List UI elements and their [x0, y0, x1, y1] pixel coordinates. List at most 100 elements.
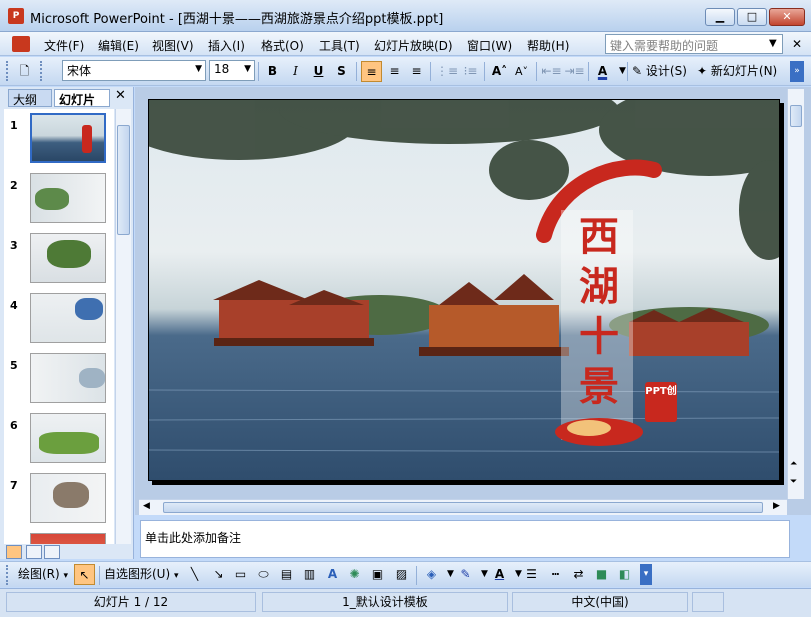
bold-button[interactable]: B — [262, 61, 283, 82]
toolbar-options-icon[interactable]: » — [790, 61, 804, 82]
italic-button[interactable]: I — [285, 61, 306, 82]
slide-sorter-icon[interactable] — [26, 545, 42, 559]
slide-title[interactable]: 西 湖 十 景 — [574, 212, 624, 412]
scroll-right-icon[interactable]: ▶ — [773, 501, 780, 511]
diagram-icon[interactable]: ✺ — [344, 564, 365, 585]
thumbnail-image[interactable] — [30, 473, 106, 523]
align-center-icon[interactable]: ≡ — [384, 61, 405, 82]
oval-tool-icon[interactable]: ⬭ — [253, 564, 274, 585]
rectangle-tool-icon[interactable]: ▭ — [230, 564, 251, 585]
cloud-ornament — [555, 418, 643, 446]
thumbnail-row[interactable]: 2 — [4, 173, 114, 227]
slideshow-view-icon[interactable] — [44, 545, 60, 559]
thumbnail-scrollbar-thumb[interactable] — [117, 125, 130, 235]
horizontal-scrollbar-thumb[interactable] — [163, 502, 763, 513]
thumbnail-photo — [53, 482, 89, 508]
menu-tools[interactable]: 工具(T) — [319, 37, 360, 54]
normal-view-icon[interactable] — [6, 545, 22, 559]
arrow-tool-icon[interactable]: ↘ — [208, 564, 229, 585]
toolbar-grip[interactable] — [40, 61, 43, 81]
maximize-button[interactable]: □ — [737, 8, 767, 26]
menu-insert[interactable]: 插入(I) — [208, 37, 245, 54]
thumbnail-row[interactable]: 5 — [4, 353, 114, 407]
decrease-font-icon[interactable]: A˅ — [511, 61, 532, 82]
line-tool-icon[interactable]: ╲ — [184, 564, 205, 585]
notes-pane[interactable]: 单击此处添加备注 — [140, 520, 790, 558]
slide-horizontal-scrollbar[interactable]: ◀ ▶ — [139, 499, 787, 515]
panel-close-icon[interactable]: ✕ — [115, 88, 126, 103]
tab-slides[interactable]: 幻灯片 — [54, 89, 110, 107]
thumbnail-image[interactable] — [30, 353, 106, 403]
thumbnail-image[interactable] — [30, 533, 106, 544]
toolbar-options-icon[interactable]: ▾ — [640, 564, 652, 585]
thumbnail-image[interactable] — [30, 113, 106, 163]
design-button[interactable]: ✎ 设计(S) — [632, 61, 687, 82]
increase-indent-icon[interactable]: ⇥≡ — [564, 61, 585, 82]
thumbnail-row[interactable]: 4 — [4, 293, 114, 347]
scroll-left-icon[interactable]: ◀ — [143, 501, 150, 511]
vertical-textbox-icon[interactable]: ▥ — [299, 564, 320, 585]
arrow-style-icon[interactable]: ⇄ — [568, 564, 589, 585]
line-color-icon[interactable]: ✎ — [455, 564, 476, 585]
menu-help[interactable]: 帮助(H) — [527, 37, 569, 54]
minimize-button[interactable]: ▁ — [705, 8, 735, 26]
new-document-icon[interactable]: 🗋 — [14, 61, 35, 82]
document-icon[interactable] — [12, 36, 30, 52]
shadow-style-icon[interactable]: ■ — [591, 564, 612, 585]
menu-file[interactable]: 文件(F) — [44, 37, 84, 54]
autoshapes-menu-button[interactable]: 自选图形(U) ▾ — [104, 564, 179, 585]
numbering-icon[interactable]: ⋮≡ — [436, 61, 458, 82]
menu-format[interactable]: 格式(O) — [261, 37, 304, 54]
thumbnail-row[interactable]: 7 — [4, 473, 114, 527]
thumbnail-image[interactable] — [30, 173, 106, 223]
decrease-indent-icon[interactable]: ⇤≡ — [541, 61, 562, 82]
powerpoint-app-icon[interactable]: P — [8, 8, 24, 24]
slide-vertical-scrollbar[interactable]: ⏶ ⏷ — [787, 89, 804, 499]
font-name-select[interactable]: 宋体 ▼ — [62, 60, 206, 81]
align-left-icon[interactable]: ≡ — [361, 61, 382, 82]
increase-font-icon[interactable]: A˄ — [489, 61, 510, 82]
menu-slideshow[interactable]: 幻灯片放映(D) — [374, 37, 453, 54]
thumbnail-row[interactable]: 1 — [4, 113, 114, 167]
thumbnail-row[interactable] — [4, 533, 114, 544]
help-search-input[interactable]: 键入需要帮助的问题 — [605, 34, 783, 54]
menu-view[interactable]: 视图(V) — [152, 37, 194, 54]
close-button[interactable]: ✕ — [769, 8, 805, 26]
document-close-button[interactable]: ✕ — [788, 36, 806, 52]
textbox-tool-icon[interactable]: ▤ — [276, 564, 297, 585]
tab-outline[interactable]: 大纲 — [8, 89, 52, 107]
picture-icon[interactable]: ▨ — [391, 564, 412, 585]
line-style-icon[interactable]: ☰ — [521, 564, 542, 585]
clipart-icon[interactable]: ▣ — [367, 564, 388, 585]
menu-edit[interactable]: 编辑(E) — [98, 37, 139, 54]
font-color-icon[interactable]: A — [592, 61, 613, 82]
toolbar-grip[interactable] — [6, 61, 9, 81]
slide-canvas[interactable]: 西 湖 十 景 PPT创 — [148, 99, 780, 481]
3d-style-icon[interactable]: ◧ — [614, 564, 635, 585]
chevron-down-icon[interactable]: ▼ — [612, 61, 633, 82]
align-right-icon[interactable]: ≡ — [406, 61, 427, 82]
thumbnail-image[interactable] — [30, 413, 106, 463]
fill-color-icon[interactable]: ◈ — [421, 564, 442, 585]
previous-slide-icon[interactable]: ⏶ — [790, 459, 797, 469]
menu-window[interactable]: 窗口(W) — [467, 37, 512, 54]
help-dropdown-icon[interactable]: ▼ — [769, 38, 777, 49]
select-pointer-icon[interactable]: ↖ — [74, 564, 95, 585]
shadow-button[interactable]: S — [331, 61, 352, 82]
thumbnail-row[interactable]: 3 — [4, 233, 114, 287]
bullets-icon[interactable]: ⁝≡ — [460, 61, 481, 82]
new-slide-button[interactable]: ✦ 新幻灯片(N) — [697, 61, 777, 82]
font-size-select[interactable]: 18 ▼ — [209, 60, 255, 81]
wordart-icon[interactable]: A — [322, 564, 343, 585]
underline-button[interactable]: U — [308, 61, 329, 82]
dash-style-icon[interactable]: ┅ — [545, 564, 566, 585]
thumbnail-image[interactable] — [30, 293, 106, 343]
toolbar-grip[interactable] — [6, 565, 9, 585]
slide-scrollbar-thumb[interactable] — [790, 105, 802, 127]
next-slide-icon[interactable]: ⏷ — [790, 477, 797, 487]
font-color-icon[interactable]: A — [489, 564, 510, 585]
design-template-name[interactable]: 1_默认设计模板 — [262, 592, 508, 612]
thumbnail-row[interactable]: 6 — [4, 413, 114, 467]
thumbnail-image[interactable] — [30, 233, 106, 283]
draw-menu-button[interactable]: 绘图(R) ▾ — [18, 564, 68, 585]
